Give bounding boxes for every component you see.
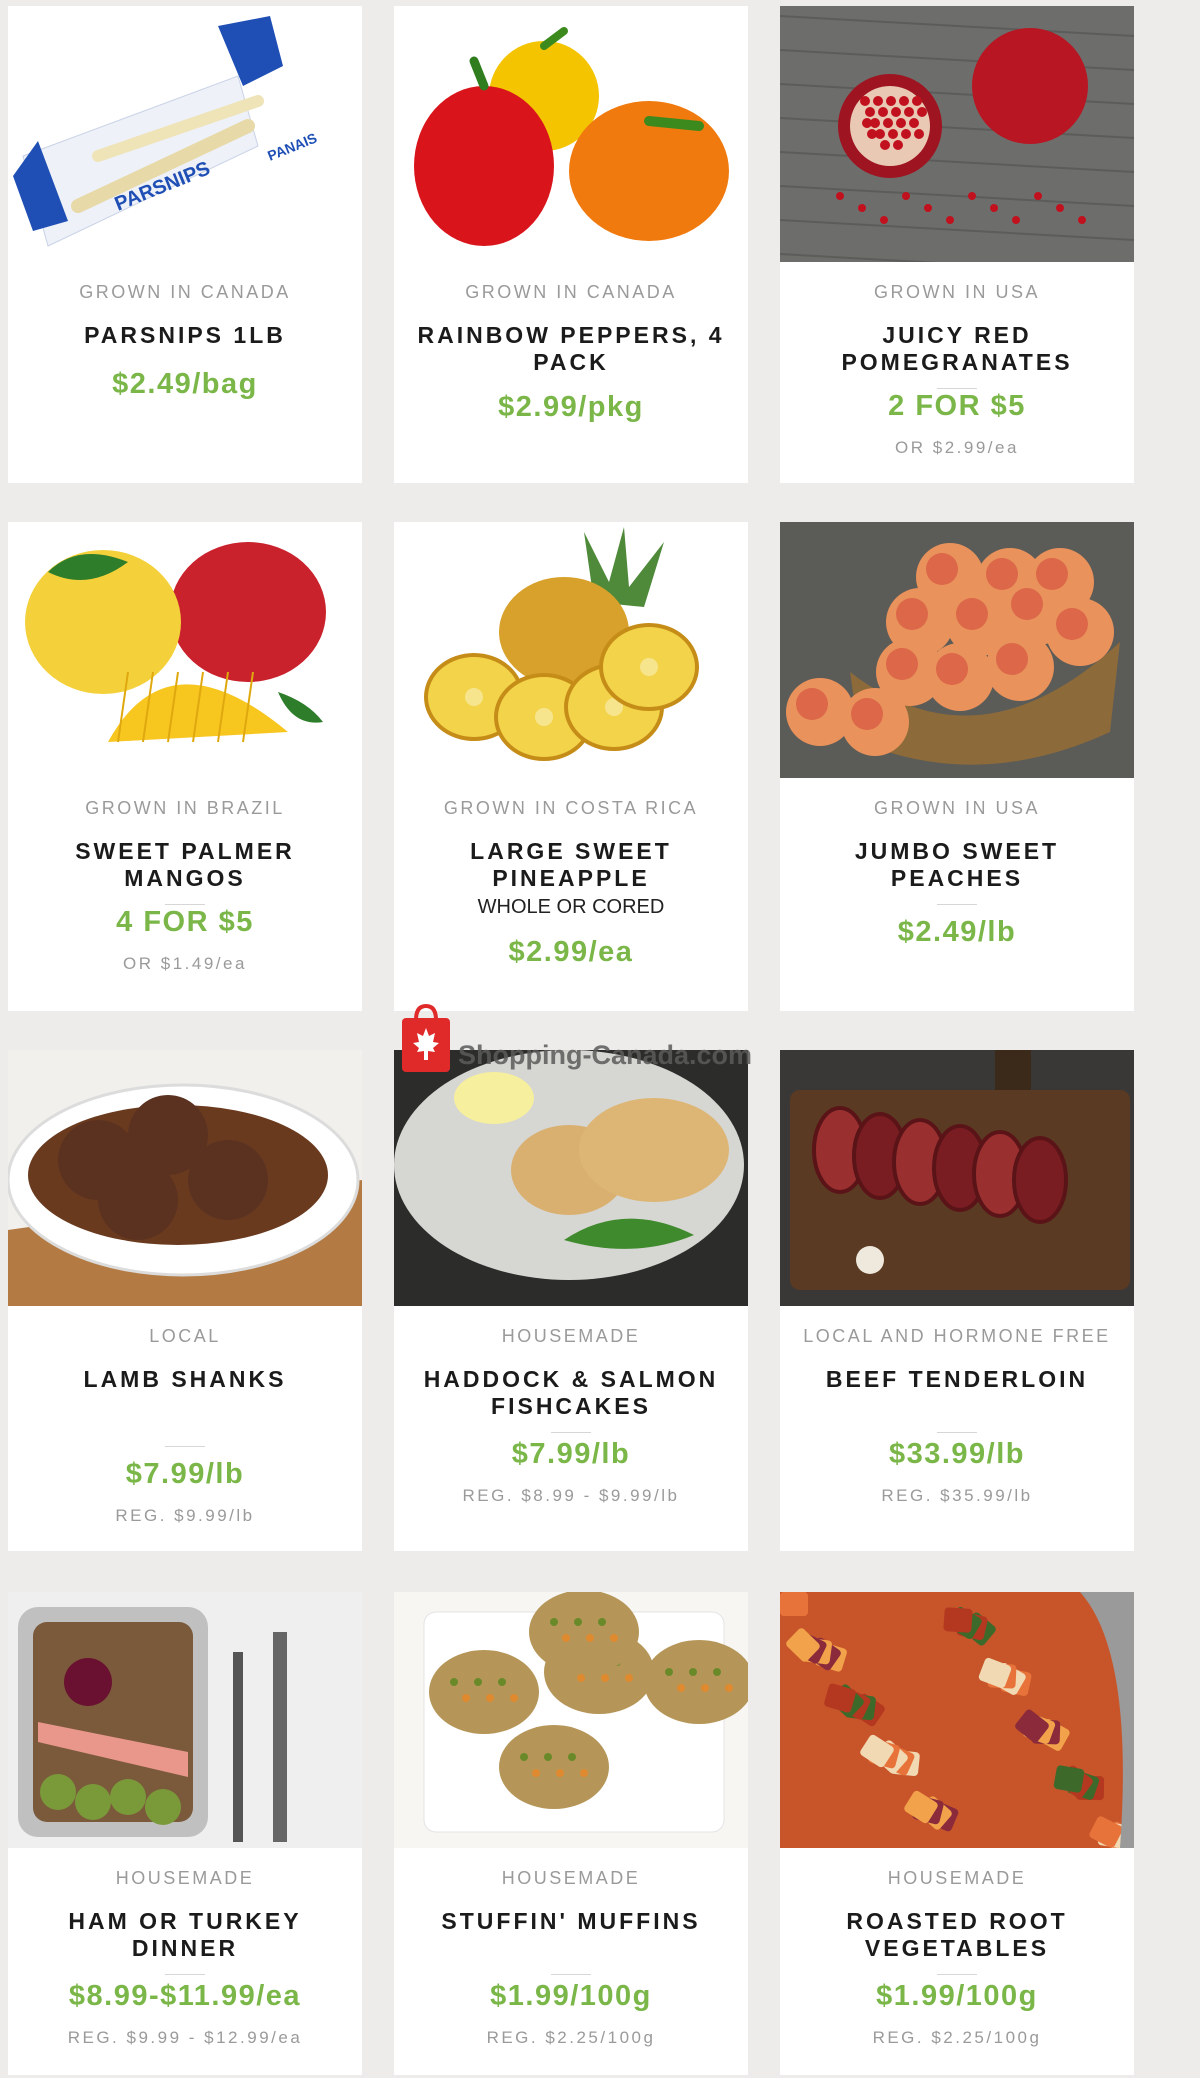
lamb-shanks-image[interactable] — [8, 1050, 362, 1306]
roasted-vegetables-image[interactable] — [780, 1592, 1134, 1848]
pomegranate-image[interactable] — [780, 6, 1134, 262]
divider — [165, 1446, 205, 1447]
product-price: $33.99/lb — [888, 1438, 1026, 1470]
product-info: GROWN IN CANADA RAINBOW PEPPERS, 4 PACK $2… — [394, 262, 748, 483]
product-name: STUFFIN' MUFFINS — [441, 1908, 701, 1934]
product-name: PARSNIPS 1LB — [84, 322, 286, 348]
product-regular-price: REG. $2.25/100g — [872, 2028, 1042, 2047]
product-name: JUMBO SWEET PEACHES — [854, 838, 1060, 891]
product-info: HOUSEMADE STUFFIN' MUFFINS $1.99/100g REG. … — [394, 1848, 748, 2075]
product-price: $7.99/lb — [511, 1438, 631, 1470]
product-card[interactable]: GROWN IN USA JUICY RED POMEGRANATES 2 FOR … — [780, 6, 1134, 483]
product-price: $2.49/bag — [112, 368, 258, 400]
product-regular-price: OR $1.49/ea — [123, 954, 247, 973]
divider — [937, 904, 977, 905]
divider — [551, 1974, 591, 1975]
product-info: LOCAL AND HORMONE FREE BEEF TENDERLOIN $33… — [780, 1306, 1134, 1551]
product-origin: HOUSEMADE — [115, 1868, 255, 1888]
product-origin: GROWN IN CANADA — [79, 282, 291, 302]
divider — [937, 388, 977, 389]
product-info: GROWN IN COSTA RICA LARGE SWEET PINEAPPLE… — [394, 778, 748, 1011]
product-regular-price: REG. $8.99 - $9.99/lb — [462, 1486, 680, 1505]
product-origin: GROWN IN USA — [873, 798, 1040, 818]
product-name: HAM OR TURKEY DINNER — [68, 1908, 302, 1961]
product-card[interactable]: GROWN IN CANADA RAINBOW PEPPERS, 4 PACK $2… — [394, 6, 748, 483]
product-origin: GROWN IN COSTA RICA — [443, 798, 699, 818]
product-price: $7.99/lb — [125, 1458, 245, 1490]
product-origin: HOUSEMADE — [887, 1868, 1027, 1888]
product-card[interactable]: HOUSEMADE STUFFIN' MUFFINS $1.99/100g REG. … — [394, 1592, 748, 2075]
product-info: HOUSEMADE HADDOCK & SALMON FISHCAKES $7.99… — [394, 1306, 748, 1551]
product-card[interactable]: GROWN IN BRAZIL SWEET PALMER MANGOS 4 FOR … — [8, 522, 362, 1011]
peaches-image[interactable] — [780, 522, 1134, 778]
fishcakes-image[interactable] — [394, 1050, 748, 1306]
beef-tenderloin-image[interactable] — [780, 1050, 1134, 1306]
divider — [937, 1974, 977, 1975]
product-info: HOUSEMADE HAM OR TURKEY DINNER $8.99-$11.9… — [8, 1848, 362, 2075]
product-info: HOUSEMADE ROASTED ROOT VEGETABLES $1.99/10… — [780, 1848, 1134, 2075]
product-price: $2.99/pkg — [498, 391, 644, 423]
product-regular-price: REG. $9.99/lb — [115, 1506, 255, 1525]
product-name: LAMB SHANKS — [83, 1366, 287, 1392]
product-card[interactable]: HOUSEMADE HAM OR TURKEY DINNER $8.99-$11.9… — [8, 1592, 362, 2075]
product-card[interactable]: LOCAL AND HORMONE FREE BEEF TENDERLOIN $33… — [780, 1050, 1134, 1551]
product-note: WHOLE OR CORED — [477, 896, 665, 918]
stuffin-muffins-image[interactable] — [394, 1592, 748, 1848]
product-origin: HOUSEMADE — [501, 1326, 641, 1346]
product-price: $1.99/100g — [876, 1980, 1038, 2012]
product-info: LOCAL LAMB SHANKS $7.99/lb REG. $9.99/lb — [8, 1306, 362, 1551]
product-price: 4 FOR $5 — [116, 906, 254, 938]
product-info: GROWN IN BRAZIL SWEET PALMER MANGOS 4 FOR … — [8, 778, 362, 1011]
product-card[interactable]: PARSNIPS PANAIS GROWN IN CANADA PARSNIPS 1L… — [8, 6, 362, 483]
product-card[interactable]: HOUSEMADE ROASTED ROOT VEGETABLES $1.99/10… — [780, 1592, 1134, 2075]
product-price: 2 FOR $5 — [888, 390, 1026, 422]
peppers-image[interactable] — [394, 6, 748, 262]
product-regular-price: REG. $35.99/lb — [881, 1486, 1033, 1505]
product-info: GROWN IN USA JUICY RED POMEGRANATES 2 FOR … — [780, 262, 1134, 483]
product-name: HADDOCK & SALMON FISHCAKES — [423, 1366, 719, 1419]
product-name: JUICY RED POMEGRANATES — [841, 322, 1073, 375]
product-card[interactable]: GROWN IN COSTA RICA LARGE SWEET PINEAPPLE… — [394, 522, 748, 1011]
product-regular-price: OR $2.99/ea — [895, 438, 1019, 457]
watermark: Shopping-Canada.com — [398, 1002, 818, 1074]
product-origin: GROWN IN USA — [873, 282, 1040, 302]
product-origin: LOCAL — [149, 1326, 221, 1346]
product-card[interactable]: GROWN IN USA JUMBO SWEET PEACHES $2.49/lb — [780, 522, 1134, 1011]
product-info: GROWN IN CANADA PARSNIPS 1LB $2.49/bag — [8, 262, 362, 483]
divider — [165, 904, 205, 905]
divider — [551, 1432, 591, 1433]
divider — [165, 1974, 205, 1975]
divider — [937, 1432, 977, 1433]
product-origin: HOUSEMADE — [501, 1868, 641, 1888]
product-name: RAINBOW PEPPERS, 4 PACK — [417, 322, 725, 375]
product-origin: GROWN IN BRAZIL — [85, 798, 285, 818]
product-price: $2.99/ea — [508, 936, 634, 968]
product-name: ROASTED ROOT VEGETABLES — [846, 1908, 1068, 1961]
product-name: BEEF TENDERLOIN — [825, 1366, 1089, 1392]
watermark-text: Shopping-Canada.com — [458, 1040, 753, 1070]
mango-image[interactable] — [8, 522, 362, 778]
product-regular-price: REG. $9.99 - $12.99/ea — [67, 2028, 303, 2047]
dinner-tray-image[interactable] — [8, 1592, 362, 1848]
product-name: LARGE SWEET PINEAPPLE — [470, 838, 672, 891]
product-name: SWEET PALMER MANGOS — [75, 838, 295, 891]
parsnips-bag-image[interactable]: PARSNIPS PANAIS — [8, 6, 362, 262]
product-price: $2.49/lb — [897, 916, 1017, 948]
maple-leaf-bag-icon — [402, 1003, 450, 1072]
product-card[interactable]: HOUSEMADE HADDOCK & SALMON FISHCAKES $7.99… — [394, 1050, 748, 1551]
pineapple-image[interactable] — [394, 522, 748, 778]
product-regular-price: REG. $2.25/100g — [486, 2028, 656, 2047]
product-info: GROWN IN USA JUMBO SWEET PEACHES $2.49/lb — [780, 778, 1134, 1011]
product-origin: LOCAL AND HORMONE FREE — [803, 1326, 1111, 1346]
product-card[interactable]: LOCAL LAMB SHANKS $7.99/lb REG. $9.99/lb — [8, 1050, 362, 1551]
product-price: $1.99/100g — [490, 1980, 652, 2012]
product-origin: GROWN IN CANADA — [465, 282, 677, 302]
product-price: $8.99-$11.99/ea — [68, 1980, 302, 2012]
